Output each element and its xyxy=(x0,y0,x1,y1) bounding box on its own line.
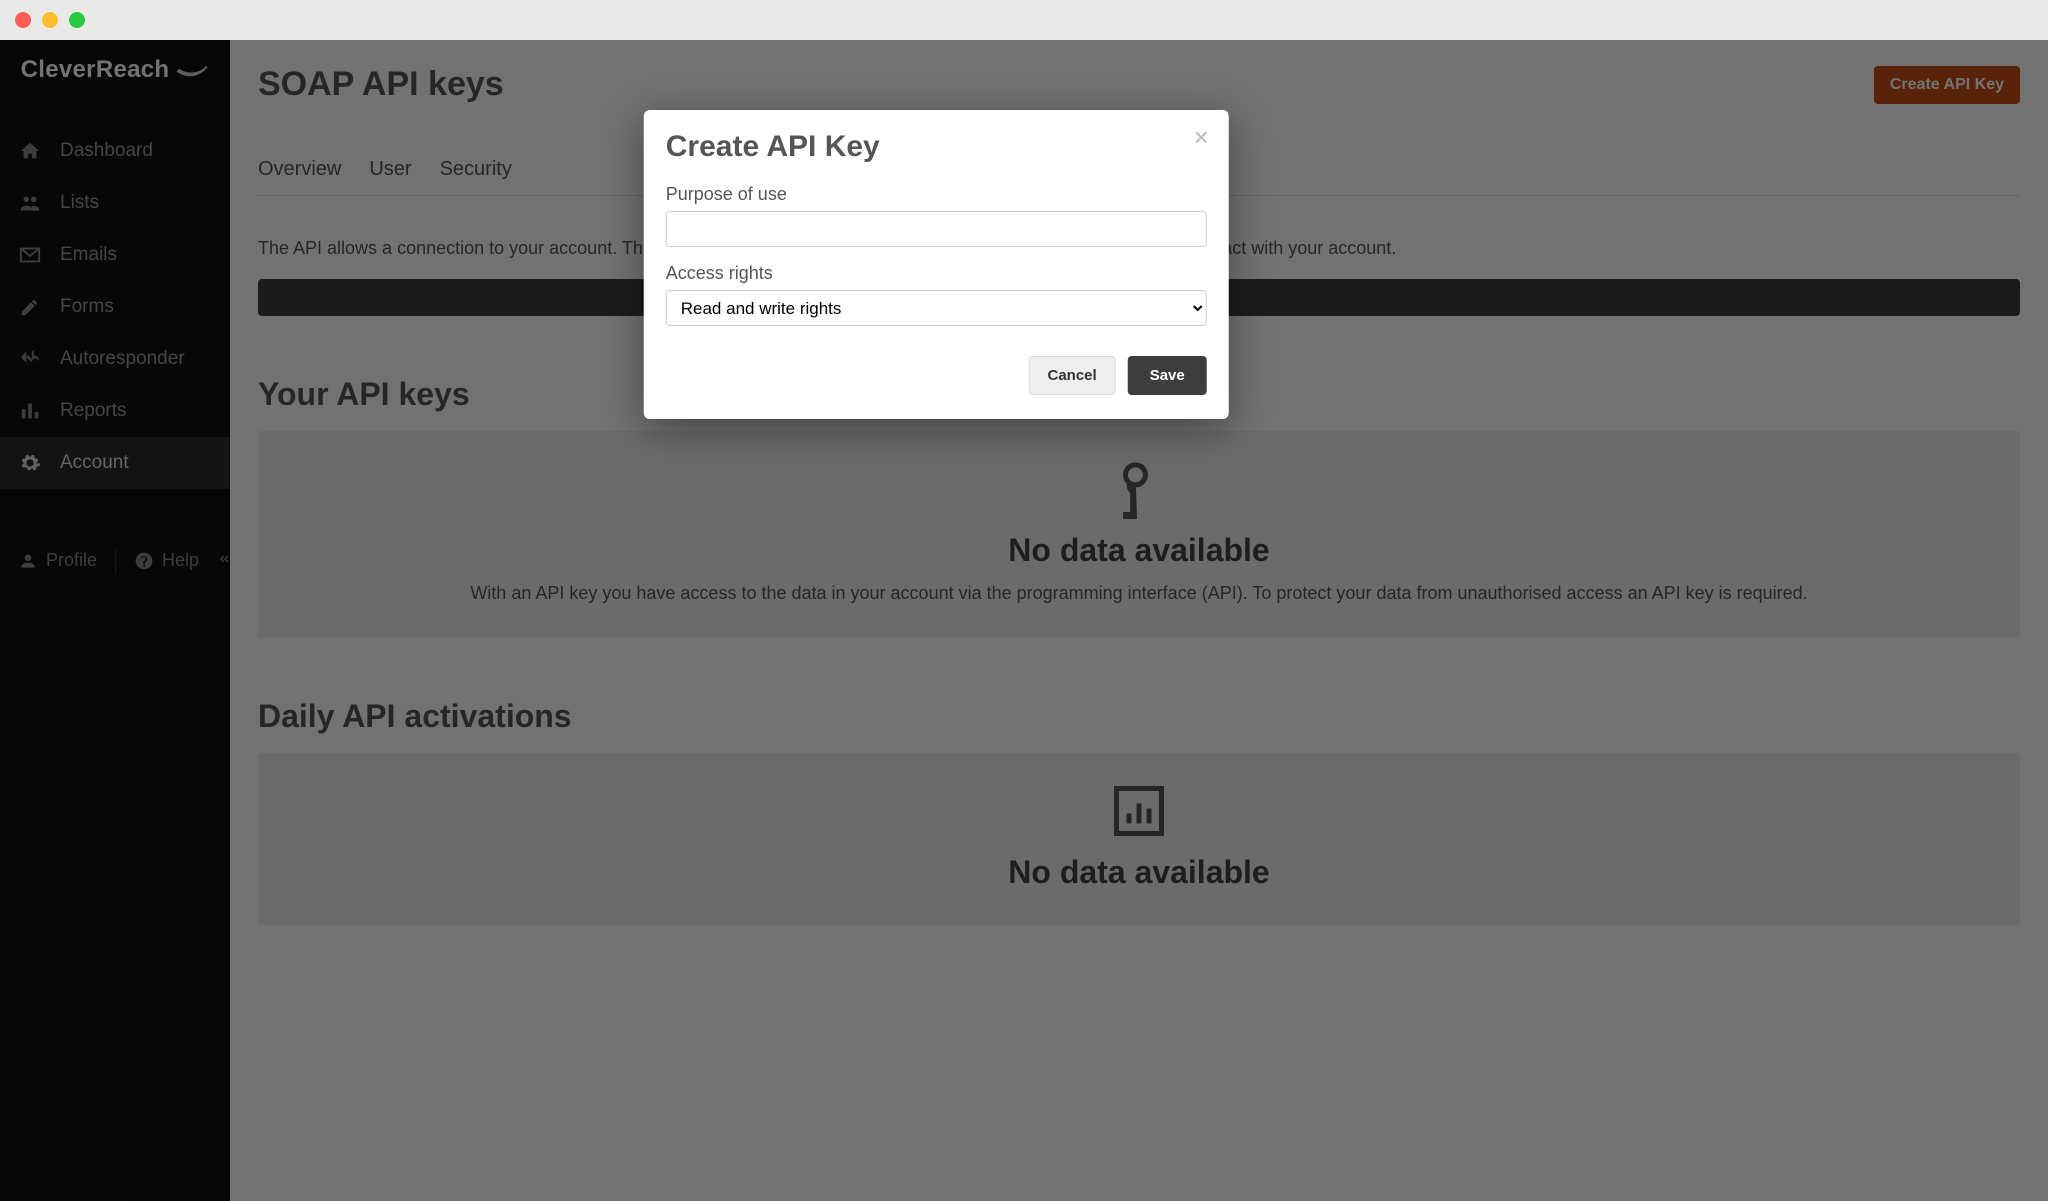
access-rights-label: Access rights xyxy=(666,263,1207,284)
purpose-input[interactable] xyxy=(666,211,1207,247)
modal-actions: Cancel Save xyxy=(666,356,1207,395)
create-api-key-modal: × Create API Key Purpose of use Access r… xyxy=(644,110,1229,419)
close-icon: × xyxy=(1194,122,1209,152)
app-frame: CleverReach Dashboard Lists Emails Forms xyxy=(0,40,2048,1201)
window-minimize-dot[interactable] xyxy=(42,12,58,28)
window-titlebar xyxy=(0,0,2048,40)
purpose-label: Purpose of use xyxy=(666,184,1207,205)
save-button[interactable]: Save xyxy=(1128,356,1207,395)
window-maximize-dot[interactable] xyxy=(69,12,85,28)
access-rights-select[interactable]: Read and write rights xyxy=(666,290,1207,326)
modal-title: Create API Key xyxy=(666,130,1207,164)
window-close-dot[interactable] xyxy=(15,12,31,28)
cancel-button[interactable]: Cancel xyxy=(1029,356,1116,395)
modal-close-button[interactable]: × xyxy=(1194,124,1209,150)
